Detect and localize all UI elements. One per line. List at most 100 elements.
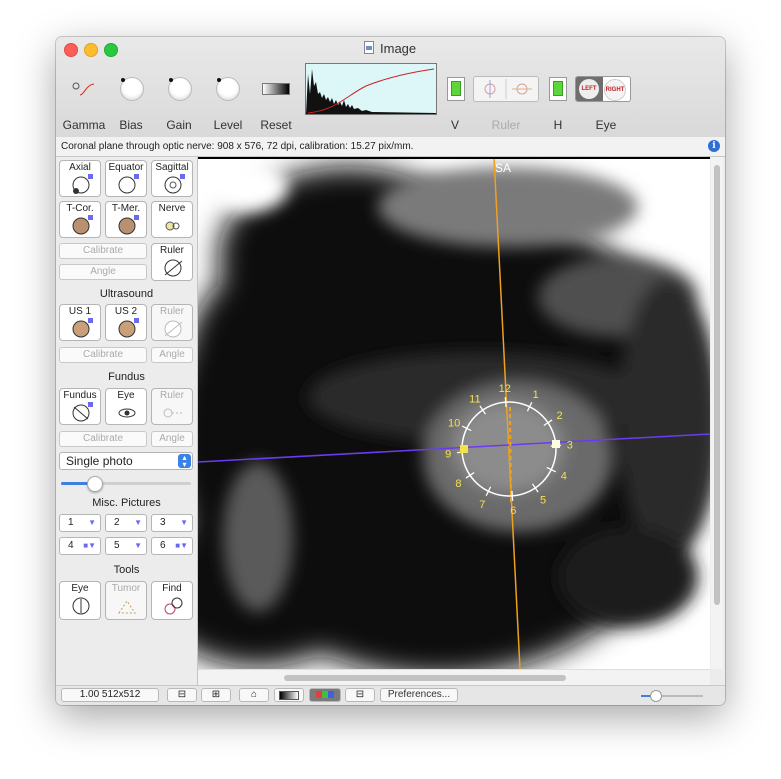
color-channels-icon[interactable] (309, 688, 341, 702)
misc-picture-3[interactable]: 3 ▼ (151, 514, 193, 532)
fundus-calibrate-label: Calibrate (82, 433, 124, 444)
tumor-button[interactable]: Tumor (105, 581, 147, 620)
ruler-icons (484, 79, 532, 99)
us-ruler-label: Ruler (160, 306, 184, 317)
zoom-in-icon[interactable]: ⊞ (201, 688, 231, 702)
v-toggle[interactable] (447, 77, 465, 101)
misc-picture-2[interactable]: 2 ▼ (105, 514, 147, 532)
histogram[interactable] (305, 63, 437, 115)
gain-label: Gain (166, 118, 192, 132)
preferences-button[interactable]: Preferences... (380, 688, 458, 702)
find-icon (164, 597, 183, 615)
us-calibrate-button[interactable]: Calibrate (59, 347, 147, 363)
fundus-ruler-button[interactable]: Ruler (151, 388, 193, 425)
document-icon (364, 41, 376, 55)
split-view-icon[interactable]: ⊟ (345, 688, 375, 702)
eye-left-segment[interactable]: LEFT (576, 77, 603, 101)
us-ruler-button[interactable]: Ruler (151, 304, 193, 341)
find-button[interactable]: Find (151, 581, 193, 620)
misc-picture-5[interactable]: 5 ▼ (105, 537, 147, 555)
calibrate-button[interactable]: Calibrate (59, 243, 147, 259)
t-cor-label: T-Cor. (66, 203, 94, 214)
home-icon[interactable]: ⌂ (239, 688, 269, 702)
us1-label: US 1 (68, 306, 92, 317)
zoom-button[interactable] (104, 43, 118, 57)
axial-button[interactable]: Axial (59, 160, 101, 197)
tumor-label: Tumor (111, 583, 141, 594)
horizontal-scrollbar[interactable] (198, 669, 710, 686)
image-viewer[interactable]: 12 1 2 3 4 5 6 7 8 9 10 11 4 SA A (198, 157, 710, 669)
horizontal-scroll-thumb[interactable] (284, 675, 566, 681)
grayscale-icon[interactable] (274, 688, 304, 702)
eye-right-label[interactable]: RIGHT (604, 79, 626, 101)
clock-hour-label: 10 (448, 417, 460, 429)
fundus-eye-button[interactable]: Eye (105, 388, 147, 425)
zoom-slider-thumb[interactable] (650, 690, 662, 702)
info-icon[interactable]: i (708, 140, 720, 152)
clock-hour-label: 5 (540, 495, 546, 507)
zoom-out-icon[interactable]: ⊟ (167, 688, 197, 702)
fundus-angle-button[interactable]: Angle (151, 431, 193, 447)
us1-eye-icon (72, 318, 93, 338)
chevron-down-icon: ▼ (180, 518, 188, 527)
axial-eye-icon (72, 174, 93, 194)
fundus-icon (72, 402, 93, 422)
us1-button[interactable]: US 1 (59, 304, 101, 341)
ruler-button[interactable]: Ruler (151, 243, 193, 281)
bias-knob[interactable] (120, 77, 144, 101)
clock-hour-label: 12 (499, 383, 511, 395)
chevron-down-icon: ■▼ (175, 541, 188, 550)
left-handle[interactable] (460, 445, 468, 453)
misc-picture-1[interactable]: 1 ▼ (59, 514, 101, 532)
t-cor-button[interactable]: T-Cor. (59, 201, 101, 238)
chevron-down-icon: ▼ (134, 541, 142, 550)
us2-label: US 2 (114, 306, 138, 317)
tools-eye-button[interactable]: Eye (59, 581, 101, 620)
angle-label: Angle (90, 266, 116, 277)
t-cor-eye-icon (72, 215, 93, 235)
ruler-label: Ruler (491, 118, 521, 132)
equator-label: Equator (108, 162, 144, 173)
photo-mode-select[interactable]: Single photo ▴ ▾ (59, 452, 193, 470)
level-knob[interactable] (216, 77, 240, 101)
t-mer-button[interactable]: T-Mer. (105, 201, 147, 238)
fundus-calibrate-button[interactable]: Calibrate (59, 431, 147, 447)
fundus-button[interactable]: Fundus (59, 388, 101, 425)
fundus-eye-label: Eye (117, 390, 135, 401)
h-toggle[interactable] (549, 77, 567, 101)
us2-button[interactable]: US 2 (105, 304, 147, 341)
gain-knob[interactable] (168, 77, 192, 101)
nerve-button[interactable]: Nerve (151, 201, 193, 238)
close-button[interactable] (64, 43, 78, 57)
h-label: H (553, 118, 563, 132)
angle-button[interactable]: Angle (59, 264, 147, 280)
right-handle[interactable] (552, 440, 560, 448)
reset-gradient-icon[interactable] (262, 83, 290, 95)
clock-hour-label: 2 (557, 410, 563, 422)
orbit-scan-image: 121234567891011 4 SA A (198, 157, 710, 669)
gamma-icon[interactable] (70, 79, 96, 99)
slider-thumb[interactable] (86, 476, 103, 492)
misc-picture-4[interactable]: 4 ■▼ (59, 537, 101, 555)
misc-picture-6[interactable]: 6 ■▼ (151, 537, 193, 555)
clock-hour-label: 11 (469, 393, 480, 405)
minimize-button[interactable] (84, 43, 98, 57)
misc-picture-4-label: 4 (68, 540, 74, 551)
vertical-scrollbar[interactable] (711, 157, 723, 669)
eye-left-label: LEFT (579, 79, 599, 99)
ruler-group[interactable] (473, 76, 539, 102)
tools-eye-label: Eye (71, 583, 89, 594)
eye-selector[interactable]: LEFT RIGHT (575, 76, 631, 102)
us2-eye-icon (118, 318, 139, 338)
eye-diagram-icon (72, 597, 90, 615)
sagittal-label: Sagittal (155, 162, 189, 173)
vertical-scroll-thumb[interactable] (714, 165, 720, 605)
fundus-ruler-label: Ruler (160, 390, 184, 401)
us-angle-button[interactable]: Angle (151, 347, 193, 363)
t-mer-eye-icon (118, 215, 139, 235)
equator-button[interactable]: Equator (105, 160, 147, 197)
clock-tick (511, 490, 514, 501)
sagittal-button[interactable]: Sagittal (151, 160, 193, 197)
clock-hour-label: 6 (510, 505, 516, 517)
zoom-readout[interactable]: 1.00 512x512 (61, 688, 159, 702)
